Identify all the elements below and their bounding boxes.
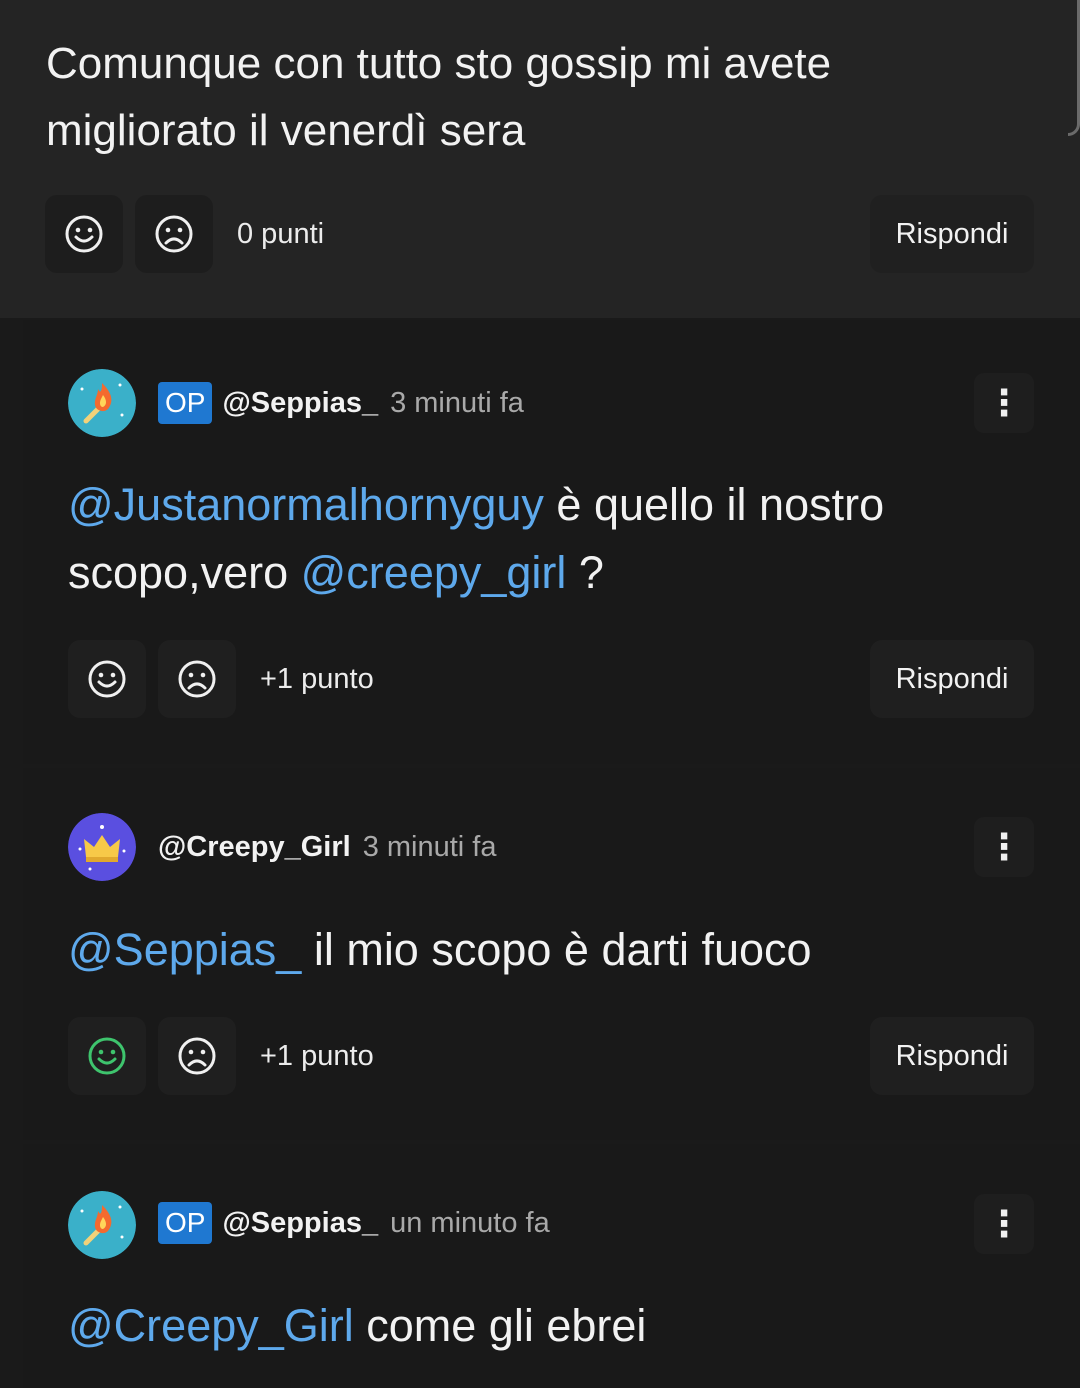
username[interactable]: @Seppias_: [222, 387, 378, 420]
frown-icon: [155, 215, 193, 253]
points-count: +1 punto: [260, 663, 374, 695]
mention-link[interactable]: @Seppias_: [68, 924, 301, 975]
frown-icon: [178, 1037, 216, 1075]
comment-card: @Creepy_Girl 3 minuti fa ⋮ @Seppias_ il …: [23, 768, 1080, 1140]
comment-header: OP @Seppias_ un minuto fa: [158, 1201, 550, 1245]
scroll-edge: [1068, 0, 1080, 136]
match-flame-avatar-icon: [68, 369, 136, 437]
timestamp: 3 minuti fa: [362, 830, 497, 863]
username[interactable]: @Seppias_: [222, 1207, 378, 1240]
comment-actions: 0 punti Rispondi: [0, 195, 1080, 275]
upvote-button-active[interactable]: [68, 1017, 146, 1095]
op-badge: OP: [158, 382, 213, 424]
downvote-button[interactable]: [135, 195, 213, 273]
upvote-button[interactable]: [45, 195, 123, 273]
comment-text: Comunque con tutto sto gossip mi avete m…: [46, 39, 832, 155]
username[interactable]: @Creepy_Girl: [158, 831, 351, 864]
more-options-button[interactable]: ⋮: [974, 817, 1034, 877]
avatar[interactable]: [68, 369, 136, 437]
smile-icon: [65, 215, 103, 253]
comment-text: @Seppias_ il mio scopo è darti fuoco: [68, 924, 812, 975]
more-options-button[interactable]: ⋮: [974, 1194, 1034, 1254]
downvote-button[interactable]: [158, 1017, 236, 1095]
mention-link[interactable]: @Justanormalhornyguy: [68, 479, 544, 530]
comment-card: OP @Seppias_ 3 minuti fa ⋮ @Justanormalh…: [23, 320, 1080, 764]
timestamp: un minuto fa: [390, 1206, 550, 1239]
points-count: +1 punto: [260, 1040, 374, 1072]
mention-link[interactable]: @creepy_girl: [301, 547, 567, 598]
comment-actions: +1 punto Rispondi: [0, 1017, 1080, 1097]
timestamp: 3 minuti fa: [390, 386, 524, 419]
reply-button[interactable]: Rispondi: [870, 195, 1034, 273]
downvote-button[interactable]: [158, 640, 236, 718]
avatar[interactable]: [68, 1191, 136, 1259]
more-vertical-icon: ⋮: [986, 1203, 1022, 1244]
comment-text: @Creepy_Girl come gli ebrei: [68, 1300, 647, 1351]
reply-button[interactable]: Rispondi: [870, 1017, 1034, 1095]
smile-icon: [88, 660, 126, 698]
frown-icon: [178, 660, 216, 698]
op-badge: OP: [158, 1202, 213, 1244]
more-vertical-icon: ⋮: [986, 826, 1022, 867]
mention-link[interactable]: @Creepy_Girl: [68, 1300, 354, 1351]
points-count: 0 punti: [237, 218, 325, 250]
upvote-button[interactable]: [68, 640, 146, 718]
more-vertical-icon: ⋮: [986, 382, 1022, 423]
comment-actions: +1 punto Rispondi: [0, 640, 1080, 720]
comment-header: @Creepy_Girl 3 minuti fa: [158, 825, 497, 869]
comment-text: @Justanormalhornyguy è quello il nostro …: [68, 479, 885, 598]
smile-icon: [88, 1037, 126, 1075]
more-options-button[interactable]: ⋮: [974, 373, 1034, 433]
crown-avatar-icon: [68, 813, 136, 881]
comment-card: OP @Seppias_ un minuto fa ⋮ @Creepy_Girl…: [23, 1144, 1080, 1388]
reply-button[interactable]: Rispondi: [870, 640, 1034, 718]
parent-comment: Comunque con tutto sto gossip mi avete m…: [0, 0, 1080, 318]
match-flame-avatar-icon: [68, 1191, 136, 1259]
comment-header: OP @Seppias_ 3 minuti fa: [158, 381, 524, 425]
avatar[interactable]: [68, 813, 136, 881]
